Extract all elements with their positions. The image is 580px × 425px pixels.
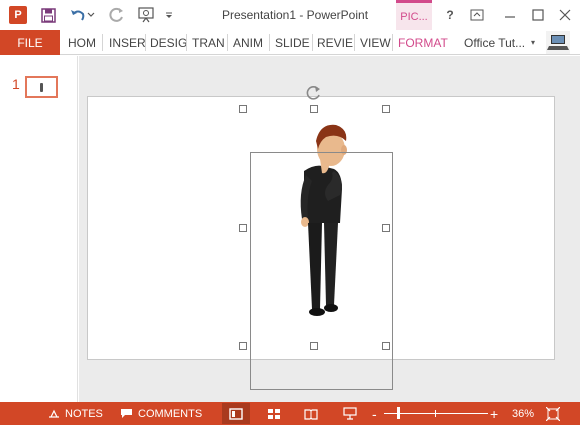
zoom-level[interactable]: 36% (512, 402, 534, 425)
tab-insert[interactable]: INSER (109, 30, 146, 55)
reading-view-button[interactable] (297, 403, 325, 424)
undo-dropdown-icon[interactable] (86, 5, 96, 25)
redo-icon[interactable] (107, 5, 127, 25)
tab-separator (312, 34, 313, 51)
save-icon[interactable] (38, 5, 58, 25)
slide-sorter-button[interactable] (260, 403, 288, 424)
comments-icon (121, 409, 132, 418)
zoom-slider-thumb[interactable] (397, 407, 400, 419)
ribbon-tabs: FILE HOM INSER DESIG TRAN ANIM SLIDE REV… (0, 30, 580, 55)
slide-canvas[interactable] (87, 96, 555, 390)
close-icon[interactable] (555, 5, 575, 25)
tab-review[interactable]: REVIE (317, 30, 353, 55)
picture-selection-box (250, 152, 393, 390)
undo-icon[interactable] (68, 5, 88, 25)
window-title: Presentation1 - PowerPoint (221, 8, 369, 22)
notes-button[interactable]: NOTES (48, 402, 103, 425)
slide-show-icon (343, 407, 357, 420)
resize-handle-top-right[interactable] (382, 105, 390, 113)
normal-view-icon (229, 407, 243, 420)
tab-animations[interactable]: ANIM (233, 30, 263, 55)
tab-separator (227, 34, 228, 51)
powerpoint-logo: P (9, 6, 27, 24)
slide-thumbnail[interactable] (25, 76, 58, 98)
rotate-handle-icon[interactable] (303, 83, 323, 103)
zoom-out-button[interactable]: - (372, 402, 377, 425)
slide-editor (79, 56, 580, 402)
start-from-beginning-icon[interactable] (136, 5, 156, 25)
normal-view-button[interactable] (222, 403, 250, 424)
slide-sorter-icon (268, 408, 280, 419)
tab-separator (145, 34, 146, 51)
help-button[interactable]: ? (440, 5, 460, 25)
resize-handle-bottom-right[interactable] (382, 342, 390, 350)
tab-separator (186, 34, 187, 51)
ribbon-display-options-icon[interactable] (467, 5, 487, 25)
slide-number: 1 (12, 76, 20, 92)
customize-toolbar-icon[interactable] (163, 5, 175, 25)
avatar[interactable] (546, 31, 570, 54)
thumbnail-figure (40, 82, 43, 92)
resize-handle-top[interactable] (310, 105, 318, 113)
resize-handle-left[interactable] (239, 224, 247, 232)
fit-slide-to-window-icon[interactable] (546, 402, 560, 425)
comments-label: COMMENTS (138, 407, 203, 420)
tab-separator (392, 34, 393, 51)
tab-design[interactable]: DESIG (150, 30, 187, 55)
file-tab[interactable]: FILE (0, 30, 60, 55)
slide-show-button[interactable] (336, 403, 364, 424)
notes-icon (49, 409, 59, 418)
tab-format[interactable]: FORMAT (398, 30, 448, 55)
tab-home[interactable]: HOM (68, 30, 96, 55)
comments-button[interactable]: COMMENTS (120, 402, 202, 425)
resize-handle-bottom[interactable] (310, 342, 318, 350)
tab-separator (269, 34, 270, 51)
tab-slide-show[interactable]: SLIDE (275, 30, 310, 55)
tab-separator (354, 34, 355, 51)
minimize-icon[interactable] (500, 5, 520, 25)
tab-view[interactable]: VIEW (360, 30, 391, 55)
title-bar: P Presentation1 - PowerPoint PIC... ? (0, 0, 580, 30)
reading-view-icon (304, 408, 318, 420)
resize-handle-bottom-left[interactable] (239, 342, 247, 350)
zoom-slider-midpoint (435, 410, 436, 417)
maximize-icon[interactable] (528, 5, 548, 25)
resize-handle-top-left[interactable] (239, 105, 247, 113)
tab-transitions[interactable]: TRAN (192, 30, 225, 55)
picture-tools-tab[interactable]: PIC... (396, 0, 432, 30)
slide-thumbnail-pane: 1 (0, 56, 78, 402)
account-dropdown-icon[interactable]: ▾ (531, 38, 535, 47)
tab-separator (102, 34, 103, 51)
account-name[interactable]: Office Tut... (464, 30, 525, 55)
powerpoint-icon[interactable]: P (8, 5, 28, 25)
notes-label: NOTES (65, 407, 103, 420)
resize-handle-right[interactable] (382, 224, 390, 232)
status-bar: NOTES COMMENTS - + 36% (0, 402, 580, 425)
zoom-in-button[interactable]: + (490, 402, 498, 425)
